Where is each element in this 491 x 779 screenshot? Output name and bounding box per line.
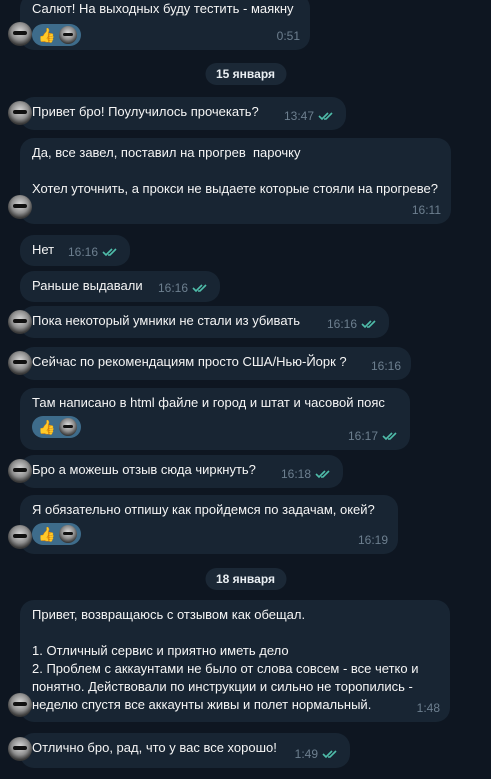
reactor-avatar — [59, 26, 78, 44]
message-bubble[interactable]: Отлично бро, рад, что у вас все хорошо! … — [8, 733, 350, 768]
sender-avatar[interactable] — [8, 525, 32, 549]
message-meta: 16:19 — [358, 531, 388, 549]
message-time: 16:16 — [370, 359, 401, 373]
chat-history: Салют! На выходных буду тестить - маякну… — [0, 0, 491, 779]
reaction-chip[interactable]: 👍 — [32, 24, 82, 46]
message-meta: 16:16 — [158, 279, 210, 297]
sender-avatar[interactable] — [8, 351, 32, 375]
reactor-avatar — [59, 418, 78, 436]
reaction-row: 👍 — [32, 416, 398, 438]
message-time: 0:51 — [276, 29, 300, 43]
message-meta: 16:16 — [327, 315, 379, 333]
thumbs-up-icon: 👍 — [38, 419, 56, 435]
double-check-icon — [102, 248, 117, 257]
double-check-icon — [318, 112, 333, 121]
double-check-icon — [192, 284, 207, 293]
message-time: 1:48 — [416, 701, 440, 715]
reaction-row: 👍 — [32, 24, 298, 46]
message-text: Пока некоторый умники не стали из убиват… — [32, 313, 300, 328]
message-time: 16:18 — [280, 467, 311, 481]
reaction-row: 👍 — [32, 523, 386, 545]
message-bubble[interactable]: Сейчас по рекомендациям просто США/Нью-Й… — [8, 347, 411, 380]
message-meta: 1:48 — [417, 699, 440, 717]
thumbs-up-icon: 👍 — [38, 526, 56, 542]
message-text: Привет, возвращаюсь с отзывом как обещал… — [32, 607, 419, 712]
message-time: 16:17 — [347, 429, 378, 443]
message-meta: 13:47 — [284, 107, 336, 125]
message-time: 16:16 — [67, 245, 98, 259]
double-check-icon — [315, 470, 330, 479]
message-time: 16:11 — [411, 203, 441, 217]
sender-avatar[interactable] — [8, 101, 32, 125]
double-check-icon — [382, 432, 397, 441]
message-text: Там написано в html файле и город и штат… — [32, 395, 385, 410]
message-bubble[interactable]: Я обязательно отпишу как пройдемся по за… — [8, 495, 398, 554]
sender-avatar[interactable] — [8, 195, 32, 219]
message-text: Отлично бро, рад, что у вас все хорошо! — [32, 740, 277, 755]
message-time: 16:19 — [357, 533, 388, 547]
date-separator: 18 января — [205, 568, 286, 590]
message-text: Салют! На выходных буду тестить - маякну — [32, 1, 294, 16]
sender-avatar[interactable] — [8, 22, 32, 46]
message-bubble[interactable]: Да, все завел, поставил на прогрев пароч… — [8, 138, 451, 224]
date-separator: 15 января — [205, 63, 286, 85]
message-time: 16:16 — [157, 281, 188, 295]
message-bubble[interactable]: Бро а можешь отзыв сюда чиркнуть? 16:18 — [8, 455, 343, 488]
sender-avatar[interactable] — [8, 310, 32, 334]
message-time: 1:49 — [294, 747, 318, 761]
double-check-icon — [322, 750, 337, 759]
message-meta: 16:18 — [281, 465, 333, 483]
message-bubble[interactable]: Привет бро! Поулучилось прочекать? 13:47 — [8, 97, 346, 130]
message-meta: 16:16 — [371, 357, 401, 375]
message-bubble[interactable]: Привет, возвращаюсь с отзывом как обещал… — [8, 600, 450, 722]
message-meta: 0:51 — [277, 27, 300, 45]
message-time: 13:47 — [283, 109, 314, 123]
thumbs-up-icon: 👍 — [38, 27, 56, 43]
message-bubble[interactable]: Пока некоторый умники не стали из убиват… — [8, 306, 389, 338]
double-check-icon — [361, 320, 376, 329]
sender-avatar[interactable] — [8, 737, 32, 761]
reaction-chip[interactable]: 👍 — [32, 416, 82, 438]
sender-avatar[interactable] — [8, 459, 32, 483]
reactor-avatar — [59, 525, 78, 543]
message-bubble[interactable]: Салют! На выходных буду тестить - маякну… — [8, 0, 310, 50]
message-meta: 16:17 — [348, 427, 400, 445]
message-text: Сейчас по рекомендациям просто США/Нью-Й… — [32, 354, 347, 369]
sender-avatar[interactable] — [8, 693, 32, 717]
message-meta: 16:11 — [412, 201, 441, 219]
message-text: Да, все завел, поставил на прогрев пароч… — [32, 145, 438, 196]
message-text: Я обязательно отпишу как пройдемся по за… — [32, 502, 375, 517]
message-bubble[interactable]: Раньше выдавали 16:16 — [20, 271, 220, 302]
message-bubble[interactable]: Нет 16:16 — [20, 235, 130, 266]
message-bubble[interactable]: Там написано в html файле и город и штат… — [20, 388, 410, 450]
reaction-chip[interactable]: 👍 — [32, 523, 82, 545]
message-time: 16:16 — [326, 317, 357, 331]
message-meta: 1:49 — [295, 745, 340, 763]
message-meta: 16:16 — [68, 243, 120, 261]
